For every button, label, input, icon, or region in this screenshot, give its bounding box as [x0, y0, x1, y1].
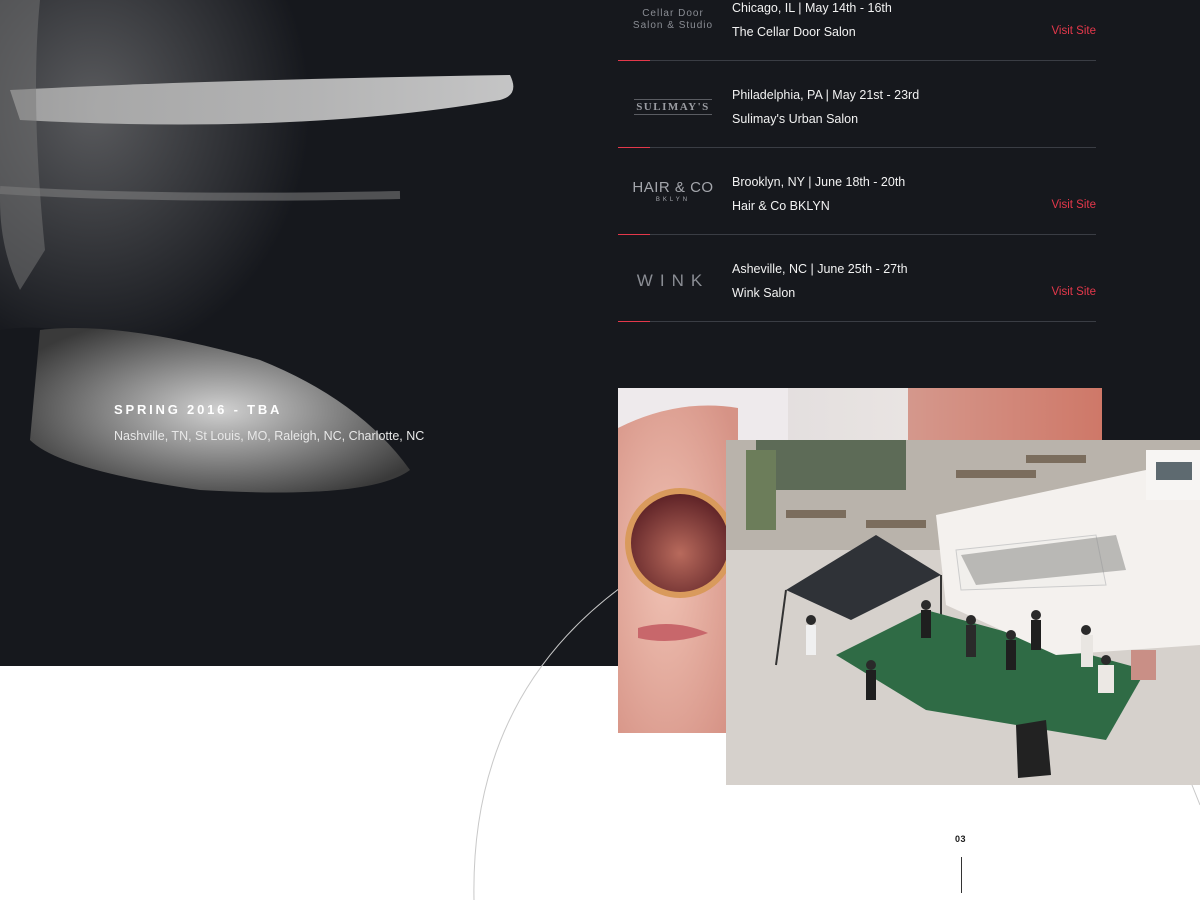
salon-list: Cellar Door Salon & Studio Chicago, IL |…	[618, 0, 1096, 322]
tour-title: SPRING 2016 - TBA	[114, 402, 283, 417]
salon-logo-text: WINK	[636, 271, 710, 290]
salon-row: HAIR & CO BKLYN Brooklyn, NY | June 18th…	[618, 148, 1096, 235]
salon-row: WINK Asheville, NC | June 25th - 27th Wi…	[618, 235, 1096, 322]
salon-logo-text: HAIR & CO	[632, 179, 714, 196]
hair-and-co-logo: HAIR & CO BKLYN	[618, 172, 728, 216]
tour-cities: Nashville, TN, St Louis, MO, Raleigh, NC…	[114, 429, 425, 443]
salon-row: Cellar Door Salon & Studio Chicago, IL |…	[618, 0, 1096, 61]
salon-date: Chicago, IL | May 14th - 16th	[732, 1, 892, 15]
sulimays-logo: SULIMAY'S	[618, 85, 728, 129]
salon-name: Hair & Co BKLYN	[732, 199, 830, 213]
visit-site-link[interactable]: Visit Site	[1051, 286, 1096, 298]
salon-logo-text: Cellar Door	[642, 8, 704, 19]
salon-name: The Cellar Door Salon	[732, 25, 856, 39]
visit-site-link[interactable]: Visit Site	[1051, 199, 1096, 211]
hero-photo	[0, 0, 560, 600]
salon-date: Philadelphia, PA | May 21st - 23rd	[732, 88, 920, 102]
salon-name: Sulimay's Urban Salon	[732, 112, 859, 126]
page-number: 03	[955, 834, 967, 844]
page-indicator-line	[961, 857, 962, 893]
salon-logo-subtext: Salon & Studio	[632, 20, 714, 31]
salon-date: Brooklyn, NY | June 18th - 20th	[732, 175, 906, 189]
cellar-door-logo: Cellar Door Salon & Studio	[618, 0, 728, 42]
salon-name: Wink Salon	[732, 286, 796, 300]
salon-row: SULIMAY'S Philadelphia, PA | May 21st - …	[618, 61, 1096, 148]
visit-site-link[interactable]: Visit Site	[1051, 25, 1096, 37]
outdoor-event-photo	[726, 440, 1200, 785]
salon-logo-text: SULIMAY'S	[634, 99, 712, 115]
row-accent-line	[618, 321, 650, 322]
tour-info: SPRING 2016 - TBA Nashville, TN, St Loui…	[114, 402, 424, 443]
salon-date: Asheville, NC | June 25th - 27th	[732, 262, 908, 276]
wink-logo: WINK	[618, 259, 728, 303]
